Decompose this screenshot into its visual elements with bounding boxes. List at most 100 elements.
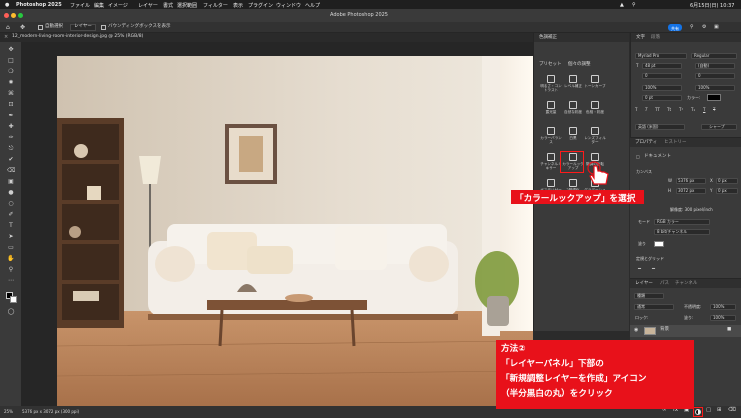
adjustment-item[interactable]: カラーバランス xyxy=(540,127,562,144)
layer-row[interactable]: ◉ 背景 ■ xyxy=(630,325,741,337)
canvas-fill-swatch[interactable] xyxy=(654,241,664,247)
adjustment-label: 白黒 xyxy=(569,136,577,140)
new-layer-icon[interactable]: ⊞ xyxy=(717,407,722,414)
tab-paragraph[interactable]: 段落 xyxy=(651,35,660,41)
delete-layer-icon[interactable]: ⌫ xyxy=(728,407,736,414)
blur-tool-icon[interactable]: ● xyxy=(7,189,15,197)
menu-layer[interactable]: レイヤー xyxy=(138,2,158,9)
adjustment-item[interactable]: トーンカーブ xyxy=(584,75,606,88)
gear-icon[interactable]: ⚙ xyxy=(702,25,706,30)
quick-select-tool-icon[interactable]: ✸ xyxy=(7,79,15,87)
width-label: W xyxy=(668,178,672,183)
faux-bold-button[interactable]: T xyxy=(635,108,637,112)
eraser-tool-icon[interactable]: ⌫ xyxy=(7,167,15,175)
move-tool-icon[interactable]: ✥ xyxy=(7,46,15,54)
quick-mask-icon[interactable]: ◯ xyxy=(7,308,15,316)
close-window-button[interactable] xyxy=(4,13,9,18)
history-brush-tool-icon[interactable]: ✔ xyxy=(7,156,15,164)
type-tool-icon[interactable]: T xyxy=(7,222,15,230)
underline-button[interactable]: T xyxy=(703,108,705,112)
text-style-buttons: T T TT Tt T¹ T₁ T T xyxy=(635,107,735,114)
marquee-tool-icon[interactable]: □ xyxy=(7,57,15,65)
frame-tool-icon[interactable]: ⊡ xyxy=(7,101,15,109)
hand-tool-icon[interactable]: ✋ xyxy=(7,255,15,263)
document-image[interactable] xyxy=(57,56,533,406)
dodge-tool-icon[interactable]: ○ xyxy=(7,200,15,208)
single-adjustments-label: 個々の調整 xyxy=(568,62,591,67)
tracking-value: 0 xyxy=(698,73,701,78)
background-color-swatch[interactable] xyxy=(10,296,17,303)
tab-layers[interactable]: レイヤー xyxy=(635,281,653,287)
minimize-window-button[interactable] xyxy=(11,13,16,18)
search-icon[interactable]: ⚲ xyxy=(632,2,636,8)
adjustment-item[interactable]: レンズフィルター xyxy=(584,127,606,144)
zoom-tool-icon[interactable]: ⚲ xyxy=(7,266,15,274)
menu-view[interactable]: 表示 xyxy=(233,2,243,9)
apple-icon[interactable]: ● xyxy=(5,2,9,8)
pen-tool-icon[interactable]: ✐ xyxy=(7,211,15,219)
canvas-section-label[interactable]: カンバス xyxy=(636,170,652,174)
tab-character[interactable]: 文字 xyxy=(636,35,645,41)
eyedropper-tool-icon[interactable]: ✒ xyxy=(7,112,15,120)
tab-paths[interactable]: パス xyxy=(660,281,669,287)
menu-select[interactable]: 選択範囲 xyxy=(177,2,197,9)
menu-plugins[interactable]: プラグイン xyxy=(248,2,273,9)
menu-type[interactable]: 書式 xyxy=(163,2,173,9)
ruler-icon[interactable]: ━ xyxy=(638,267,641,272)
workspace-icon[interactable]: ▣ xyxy=(714,25,719,30)
kerning-field[interactable] xyxy=(642,73,682,79)
shape-tool-icon[interactable]: ▭ xyxy=(7,244,15,252)
stamp-tool-icon[interactable]: ⎋ xyxy=(7,145,15,153)
adjustment-item[interactable]: 露光量 xyxy=(540,101,562,114)
presets-label[interactable]: プリセット xyxy=(539,62,562,68)
small-caps-button[interactable]: Tt xyxy=(667,108,671,112)
color-lookup-highlight xyxy=(560,151,584,173)
visibility-eye-icon[interactable]: ◉ xyxy=(634,328,638,333)
strikethrough-button[interactable]: T xyxy=(713,108,715,112)
menu-image[interactable]: イメージ xyxy=(108,2,128,9)
text-color-swatch[interactable] xyxy=(707,94,721,101)
transform-checkbox[interactable] xyxy=(101,25,106,30)
adjustment-item[interactable]: 白黒 xyxy=(562,127,584,140)
home-icon[interactable]: ⌂ xyxy=(6,25,10,31)
adjustment-item[interactable]: チャンネルミキサー xyxy=(540,153,562,170)
horizontal-scale-value: 100% xyxy=(698,85,710,90)
subscript-button[interactable]: T₁ xyxy=(691,108,695,112)
tab-close-icon[interactable]: × xyxy=(4,35,8,40)
adjustment-item[interactable]: 色相・彩度 xyxy=(584,101,606,114)
path-select-tool-icon[interactable]: ➤ xyxy=(7,233,15,241)
tab-history[interactable]: ヒストリー xyxy=(664,140,687,146)
lasso-tool-icon[interactable]: ❍ xyxy=(7,68,15,76)
gradient-tool-icon[interactable]: ▣ xyxy=(7,178,15,186)
all-caps-button[interactable]: TT xyxy=(655,108,660,112)
menu-app[interactable]: Photoshop 2025 xyxy=(16,2,62,8)
adjustment-item[interactable]: 自然な彩度 xyxy=(562,101,584,114)
search-icon[interactable]: ⚲ xyxy=(690,25,694,30)
healing-tool-icon[interactable]: ✚ xyxy=(7,123,15,131)
adjustments-tab[interactable]: 色調補正 xyxy=(539,35,557,41)
grid-icon[interactable]: ━ xyxy=(652,267,655,272)
crop-tool-icon[interactable]: ⌘ xyxy=(7,90,15,98)
menu-help[interactable]: ヘルプ xyxy=(305,2,320,9)
zoom-window-button[interactable] xyxy=(18,13,23,18)
move-tool-icon[interactable]: ✥ xyxy=(20,25,25,31)
faux-italic-button[interactable]: T xyxy=(645,108,647,112)
tab-channels[interactable]: チャンネル xyxy=(675,281,697,287)
document-tab[interactable]: 12_modern-living-room-interior-design.jp… xyxy=(12,34,143,40)
adjustment-item[interactable]: 明るさ・コントラスト xyxy=(540,75,562,92)
menu-file[interactable]: ファイル xyxy=(70,2,90,9)
brush-tool-icon[interactable]: ✑ xyxy=(7,134,15,142)
auto-select-checkbox[interactable] xyxy=(38,25,43,30)
tab-properties[interactable]: プロパティ xyxy=(635,140,657,146)
rulers-grid-label[interactable]: 定規とグリッド xyxy=(636,257,664,261)
wifi-icon[interactable]: ▲ xyxy=(620,2,624,8)
adjustment-item[interactable]: レベル補正 xyxy=(562,75,584,88)
menu-window[interactable]: ウィンドウ xyxy=(276,2,301,9)
menu-edit[interactable]: 編集 xyxy=(94,2,104,9)
superscript-button[interactable]: T¹ xyxy=(679,108,683,112)
tracking-field[interactable] xyxy=(695,73,735,79)
new-group-icon[interactable]: ▢ xyxy=(706,407,711,414)
menu-filter[interactable]: フィルター xyxy=(203,2,228,9)
zoom-level[interactable]: 25% xyxy=(4,410,13,414)
more-tools-icon[interactable]: ⋯ xyxy=(7,277,15,285)
